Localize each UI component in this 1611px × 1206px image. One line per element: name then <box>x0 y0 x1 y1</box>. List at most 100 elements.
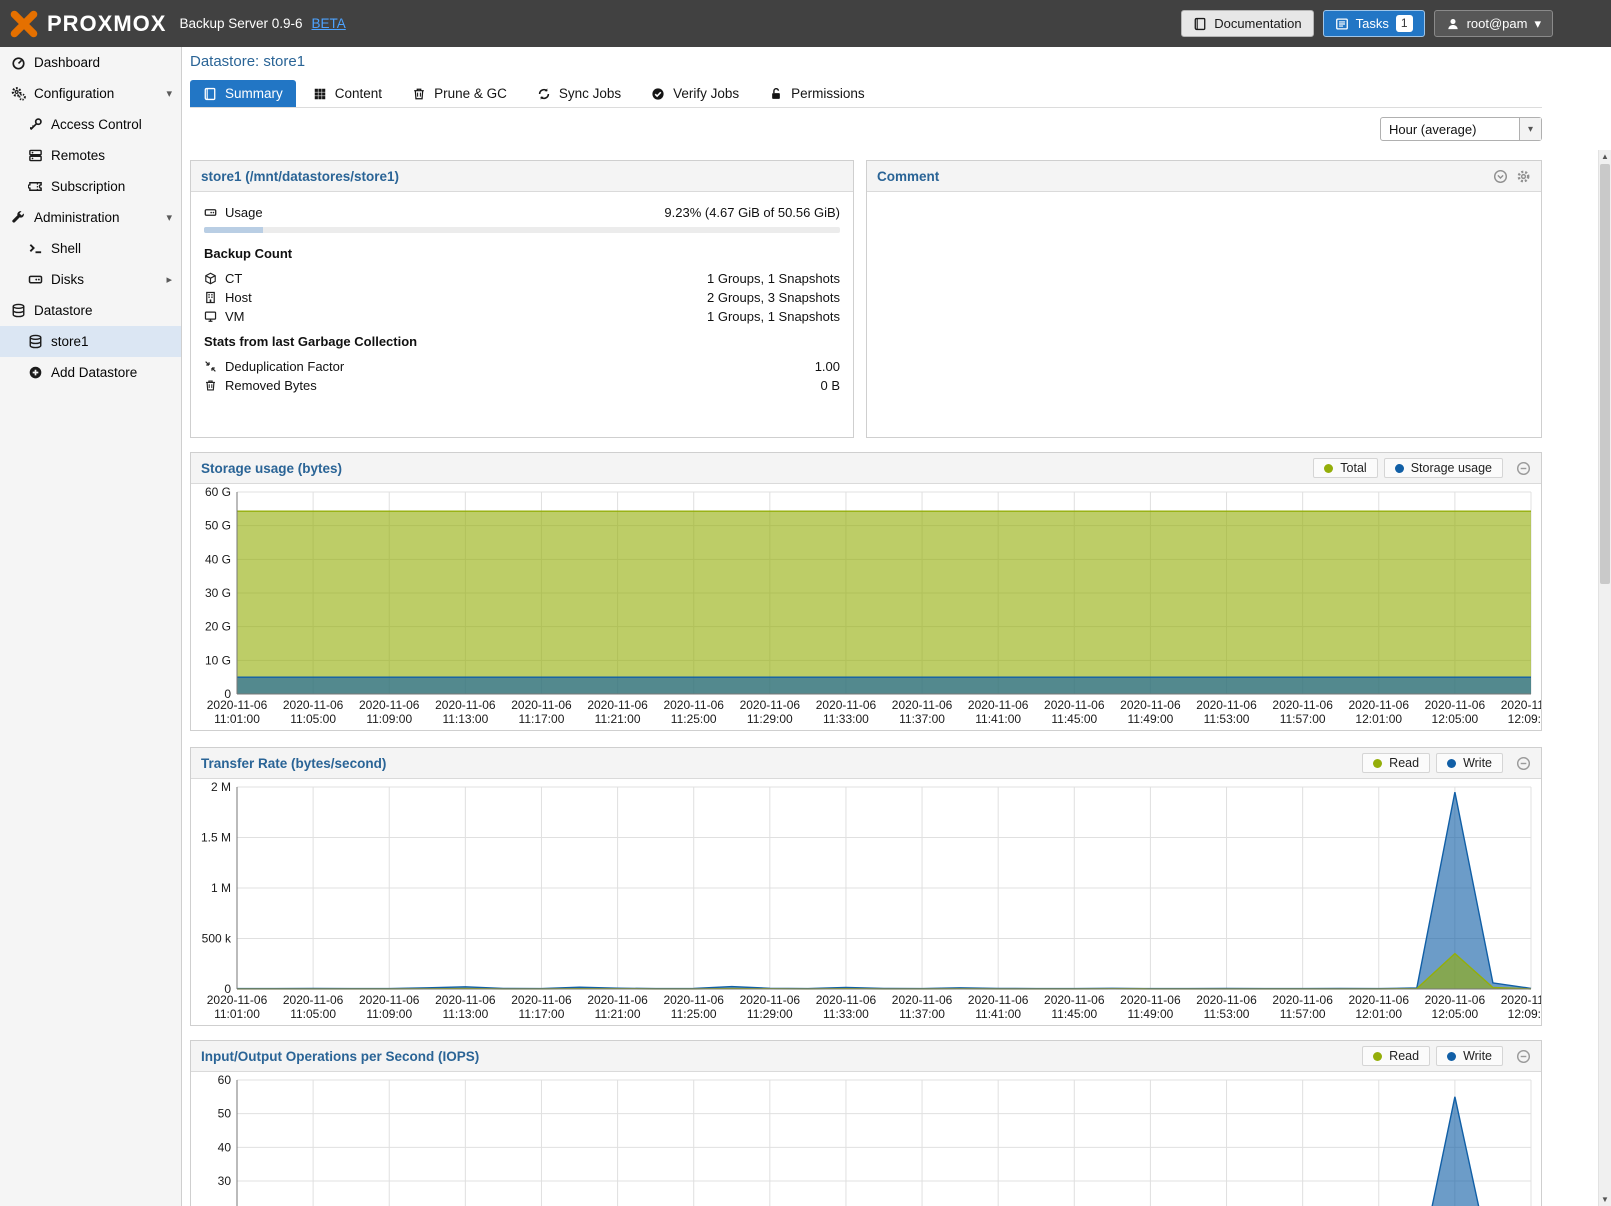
legend-storage-usage[interactable]: Storage usage <box>1384 458 1503 478</box>
svg-text:12:05:00: 12:05:00 <box>1432 1007 1479 1021</box>
svg-text:2020-11-06: 2020-11-06 <box>1044 993 1105 1007</box>
svg-text:12:09:00: 12:09:00 <box>1508 1007 1541 1021</box>
usage-label: Usage <box>225 205 263 220</box>
collapse-icon[interactable] <box>1516 1049 1531 1064</box>
svg-text:11:57:00: 11:57:00 <box>1280 1007 1326 1021</box>
legend-dot <box>1324 464 1333 473</box>
usage-value: 9.23% (4.67 GiB of 50.56 GiB) <box>664 205 840 220</box>
plus-circle-icon <box>28 365 43 380</box>
chevron-down-icon[interactable] <box>166 211 172 224</box>
svg-text:2020-11-06: 2020-11-06 <box>1272 698 1333 712</box>
chevron-down-icon[interactable]: ▾ <box>1519 118 1541 140</box>
collapse-icon[interactable] <box>1516 461 1531 476</box>
compress-icon <box>204 360 217 373</box>
sidebar-item-store1[interactable]: store1 <box>0 326 181 357</box>
sidebar-item-administration[interactable]: Administration <box>0 202 181 233</box>
count-row-host: Host 2 Groups, 3 Snapshots <box>204 288 840 307</box>
legend-write[interactable]: Write <box>1436 753 1503 773</box>
svg-text:2020-11-06: 2020-11-06 <box>816 698 877 712</box>
user-menu-button[interactable]: root@pam <box>1434 10 1553 37</box>
book-icon <box>1193 17 1207 31</box>
chevron-right-icon[interactable] <box>166 273 172 286</box>
legend-read[interactable]: Read <box>1362 753 1430 773</box>
tab-summary[interactable]: Summary <box>190 80 296 107</box>
tab-label: Prune & GC <box>434 86 507 101</box>
svg-text:11:49:00: 11:49:00 <box>1127 712 1173 726</box>
tasks-icon <box>1335 17 1349 31</box>
svg-text:2 M: 2 M <box>211 780 231 794</box>
book-icon <box>203 87 217 101</box>
svg-text:2020-11-06: 2020-11-06 <box>359 993 420 1007</box>
count-value: 1 Groups, 1 Snapshots <box>707 271 840 286</box>
legend-write[interactable]: Write <box>1436 1046 1503 1066</box>
transfer-chart-title: Transfer Rate (bytes/second) <box>201 756 386 771</box>
sidebar-item-datastore[interactable]: Datastore <box>0 295 181 326</box>
gc-value: 1.00 <box>815 359 840 374</box>
svg-text:2020-11-06: 2020-11-06 <box>1272 993 1333 1007</box>
count-value: 2 Groups, 3 Snapshots <box>707 290 840 305</box>
sidebar-item-add-datastore[interactable]: Add Datastore <box>0 357 181 388</box>
gauge-icon <box>11 55 26 70</box>
sidebar-item-label: Shell <box>51 241 81 256</box>
collapse-icon[interactable] <box>1516 756 1531 771</box>
sidebar-item-remotes[interactable]: Remotes <box>0 140 181 171</box>
tab-permissions[interactable]: Permissions <box>756 80 878 107</box>
hdd-icon <box>28 272 43 287</box>
svg-text:11:01:00: 11:01:00 <box>214 1007 260 1021</box>
svg-text:20 G: 20 G <box>205 620 231 634</box>
storage-usage-chart: 60 G50 G40 G30 G20 G10 G02020-11-0611:01… <box>191 484 1541 730</box>
legend-total[interactable]: Total <box>1313 458 1377 478</box>
sidebar-item-label: store1 <box>51 334 89 349</box>
svg-text:11:21:00: 11:21:00 <box>595 712 641 726</box>
svg-text:30: 30 <box>218 1174 232 1188</box>
sidebar-item-access-control[interactable]: Access Control <box>0 109 181 140</box>
tab-verify-jobs[interactable]: Verify Jobs <box>638 80 752 107</box>
gc-stats-title: Stats from last Garbage Collection <box>204 334 840 349</box>
proxmox-logo-icon <box>10 10 38 38</box>
header-actions: Documentation Tasks 1 root@pam <box>1181 10 1553 37</box>
sidebar-item-label: Configuration <box>34 86 114 101</box>
vertical-scrollbar[interactable]: ▲ ▼ <box>1598 150 1611 1206</box>
chevron-circle-icon[interactable] <box>1493 169 1508 184</box>
tasks-button[interactable]: Tasks 1 <box>1323 10 1425 37</box>
tab-prune-gc[interactable]: Prune & GC <box>399 80 520 107</box>
iops-chart: 60504030201002020-11-0611:01:002020-11-0… <box>191 1072 1541 1206</box>
scroll-up-arrow[interactable]: ▲ <box>1599 150 1611 163</box>
svg-text:11:37:00: 11:37:00 <box>899 1007 945 1021</box>
gear-icon[interactable] <box>1516 169 1531 184</box>
transfer-rate-chart: 2 M1.5 M1 M500 k02020-11-0611:01:002020-… <box>191 779 1541 1025</box>
tab-content[interactable]: Content <box>300 80 395 107</box>
scroll-down-arrow[interactable]: ▼ <box>1599 1193 1611 1206</box>
legend-dot <box>1447 759 1456 768</box>
svg-text:11:33:00: 11:33:00 <box>823 712 869 726</box>
storage-usage-panel: Storage usage (bytes) Total Storage usag… <box>190 452 1542 731</box>
beta-link[interactable]: BETA <box>312 16 346 31</box>
svg-text:2020-11-06: 2020-11-06 <box>663 698 724 712</box>
tab-label: Content <box>335 86 382 101</box>
lock-icon <box>769 87 783 101</box>
legend-label: Write <box>1463 1049 1492 1063</box>
sidebar-item-subscription[interactable]: Subscription <box>0 171 181 202</box>
svg-text:2020-11-06: 2020-11-06 <box>816 993 877 1007</box>
sidebar-item-configuration[interactable]: Configuration <box>0 78 181 109</box>
chevron-down-icon <box>1534 16 1541 32</box>
sidebar-item-dashboard[interactable]: Dashboard <box>0 47 181 78</box>
scrollbar-thumb[interactable] <box>1600 164 1610 584</box>
svg-text:2020-11-06: 2020-11-06 <box>283 993 344 1007</box>
svg-text:11:45:00: 11:45:00 <box>1051 1007 1097 1021</box>
time-range-select[interactable]: Hour (average) ▾ <box>1380 117 1542 141</box>
tab-sync-jobs[interactable]: Sync Jobs <box>524 80 634 107</box>
legend-dot <box>1373 759 1382 768</box>
legend-dot <box>1373 1052 1382 1061</box>
chevron-down-icon[interactable] <box>166 87 172 100</box>
legend-label: Read <box>1389 756 1419 770</box>
documentation-label: Documentation <box>1214 16 1301 31</box>
sidebar-item-disks[interactable]: Disks <box>0 264 181 295</box>
svg-text:2020-11-06: 2020-11-06 <box>587 698 648 712</box>
documentation-button[interactable]: Documentation <box>1181 10 1313 37</box>
legend-read[interactable]: Read <box>1362 1046 1430 1066</box>
backup-count-title: Backup Count <box>204 246 840 261</box>
trash-icon <box>412 87 426 101</box>
comment-panel-title: Comment <box>877 169 939 184</box>
sidebar-item-shell[interactable]: Shell <box>0 233 181 264</box>
